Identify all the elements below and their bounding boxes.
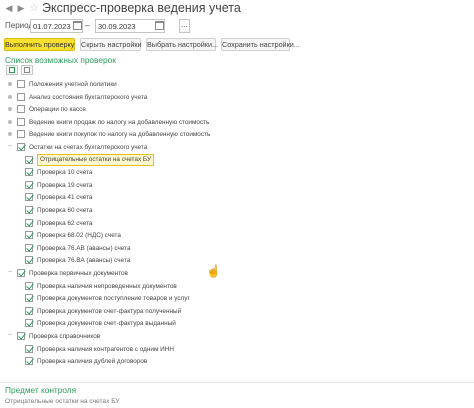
tree-row[interactable]: Проверка документов поступление товаров … (0, 293, 474, 304)
tree-checkbox[interactable] (17, 92, 25, 101)
window-title: Экспресс-проверка ведения учета (42, 1, 241, 15)
tree-row[interactable]: Ведение книги покупок по налогу на добав… (0, 129, 474, 140)
tree-checkbox[interactable] (17, 130, 25, 139)
tree-bullet-icon (8, 82, 12, 86)
save-settings-button[interactable]: Сохранить настройки... (221, 38, 300, 51)
tree-row[interactable]: Проверка наличия непроведенных документо… (0, 281, 474, 292)
tree-row-label: Проверка справочников (29, 333, 101, 340)
back-arrow-icon[interactable]: ◀ (4, 3, 14, 13)
tree-row[interactable]: Положения учетной политики (0, 79, 474, 90)
favorite-star-icon[interactable]: ☆ (29, 1, 39, 15)
tree-row-label: Проверка наличия дублей договоров (37, 358, 148, 366)
tree-row[interactable]: Проверка 76.ВА (авансы) счета (0, 255, 474, 266)
period-select-button[interactable]: ... (179, 19, 190, 33)
tree-row-label: Проверка наличия контрагентов с одним ИН… (37, 345, 174, 353)
run-check-button[interactable]: Выполнить проверку (4, 38, 75, 51)
tree-bullet-icon (8, 107, 12, 112)
tree-row[interactable]: Анализ состояния бухгалтерского учета (0, 92, 474, 103)
tree-row[interactable]: Операции по кассе (0, 104, 474, 115)
collapse-toggle-icon[interactable]: − (6, 269, 14, 277)
tree-row-label: Проверка документов счет-фактура выданны… (37, 320, 176, 328)
title-bar: ◀ ▶ ☆ Экспресс-проверка ведения учета (0, 0, 474, 16)
tree-row[interactable]: Проверка 41 счета (0, 192, 474, 203)
period-dash: – (85, 20, 91, 30)
toolbar: Выполнить проверку Скрыть настройки Выбр… (0, 37, 474, 53)
tree-row-label: Отрицательные остатки на счетах БУ (37, 153, 155, 166)
tree-checkbox[interactable] (17, 117, 25, 126)
tree-row-label: Остатки на счетах бухгалтерского учета (29, 144, 148, 151)
tree-checkbox[interactable] (25, 193, 33, 202)
tree-checkbox[interactable] (25, 180, 33, 189)
tree-row-label: Проверка документов счет-фактура получен… (37, 307, 182, 315)
check-all-icon[interactable] (6, 65, 18, 75)
tree-checkbox[interactable] (25, 357, 33, 366)
tree-checkbox[interactable] (17, 143, 25, 151)
tree-row[interactable]: − Проверка первичных документов (0, 268, 474, 279)
control-subject-title: Предмет контроля (5, 385, 77, 395)
tree-checkbox[interactable] (25, 168, 33, 177)
tree-checkbox[interactable] (25, 294, 33, 303)
tree-row-label: Проверка 60 счета (37, 207, 93, 214)
tree-row-label: Проверка документов поступление товаров … (37, 295, 190, 303)
collapse-toggle-icon[interactable]: − (6, 143, 14, 151)
tree-row[interactable]: − Проверка справочников (0, 331, 474, 342)
tree-checkbox[interactable] (25, 306, 33, 315)
mouse-cursor-icon: ☝ (206, 264, 221, 278)
tree-checkbox[interactable] (17, 105, 25, 114)
tree-row[interactable]: Проверка документов счет-фактура получен… (0, 306, 474, 317)
tree-row[interactable]: Проверка наличия дублей договоров (0, 356, 474, 367)
tree-checkbox[interactable] (25, 344, 33, 353)
tree-row-label: Проверка 19 счета (37, 181, 93, 189)
calendar-icon[interactable] (73, 21, 82, 30)
tree-checkbox[interactable] (25, 206, 33, 214)
hide-settings-button[interactable]: Скрыть настройки (80, 38, 142, 51)
collapse-toggle-icon[interactable]: − (6, 332, 14, 340)
control-subject-value: Отрицательные остатки на счетах БУ (5, 398, 120, 405)
tree-checkbox[interactable] (25, 243, 33, 252)
tree-row[interactable]: − Остатки на счетах бухгалтерского учета (0, 142, 474, 153)
tree-bullet-icon (8, 94, 12, 99)
forward-arrow-icon[interactable]: ▶ (16, 3, 26, 13)
tree-row-label: Анализ состояния бухгалтерского учета (29, 93, 148, 101)
tree-row-label: Проверка 76.АВ (авансы) счета (37, 244, 131, 252)
tree-bullet-icon (8, 132, 12, 137)
checks-list-title[interactable]: Список возможных проверок (5, 55, 116, 65)
tree-row[interactable]: Проверка 19 счета (0, 180, 474, 191)
tree-checkbox[interactable] (25, 281, 33, 290)
tree-row-label: Ведение книги продаж по налогу на добавл… (29, 118, 210, 126)
tree-row[interactable]: Проверка 10 счета (0, 167, 474, 178)
tree-checkbox[interactable] (17, 80, 25, 88)
tree-row[interactable]: Отрицательные остатки на счетах БУ (0, 153, 474, 166)
tree-row[interactable]: Проверка 76.АВ (авансы) счета (0, 243, 474, 254)
choose-settings-button[interactable]: Выбрать настройки... (146, 38, 218, 51)
tree-row-label: Проверка наличия непроведенных документо… (37, 282, 177, 290)
tree-row[interactable]: Проверка 60 счета (0, 205, 474, 216)
tree-checkbox[interactable] (25, 256, 33, 265)
tree-row-label: Проверка 68.02 (НДС) счета (37, 232, 121, 240)
calendar-icon[interactable] (155, 21, 164, 30)
tree-row-label: Проверка 41 счета (37, 194, 93, 202)
tree-row[interactable]: Проверка 62 счета (0, 218, 474, 229)
tree-bullet-icon (8, 119, 12, 124)
tree-row-label: Проверка 76.ВА (авансы) счета (37, 257, 131, 265)
tree-row-label: Проверка первичных документов (29, 270, 128, 277)
tree-row-label: Ведение книги покупок по налогу на добав… (29, 131, 211, 139)
tree-row[interactable]: Проверка наличия контрагентов с одним ИН… (0, 344, 474, 355)
tree-checkbox[interactable] (25, 231, 33, 240)
tree-row[interactable]: Ведение книги продаж по налогу на добавл… (0, 117, 474, 128)
tree-row-label: Проверка 62 счета (37, 219, 93, 227)
period-row: Период: 01.07.2023 – 30.09.2023 ... (0, 16, 474, 37)
tree-row[interactable]: Проверка документов счет-фактура выданны… (0, 318, 474, 329)
tree-checkbox[interactable] (25, 155, 33, 164)
tree-checkbox[interactable] (25, 218, 33, 227)
tree-row-label: Положения учетной политики (29, 81, 117, 88)
tree-checkbox[interactable] (17, 332, 25, 340)
tree-row[interactable]: Проверка 68.02 (НДС) счета (0, 230, 474, 241)
tree-checkbox[interactable] (25, 319, 33, 328)
bottom-divider (0, 382, 474, 383)
tree-row-label: Проверка 10 счета (37, 169, 93, 177)
tree-row-label: Операции по кассе (29, 106, 86, 114)
uncheck-all-icon[interactable] (21, 65, 33, 75)
tree-checkbox[interactable] (17, 269, 25, 277)
